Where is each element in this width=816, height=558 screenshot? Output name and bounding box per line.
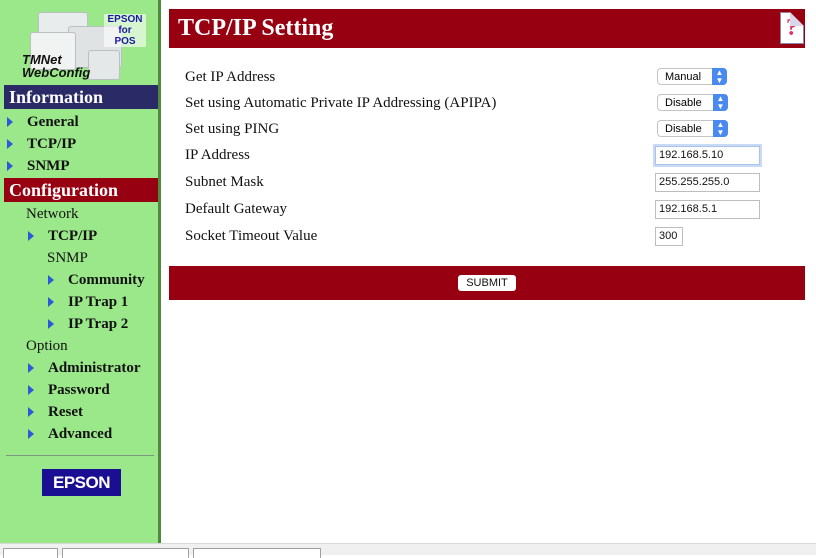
triangle-right-icon: [28, 230, 34, 241]
sidebar-item-info-general[interactable]: General: [7, 113, 79, 131]
nav-label: TCP/IP: [48, 228, 98, 244]
ip-address-input[interactable]: 192.168.5.10: [655, 146, 760, 165]
triangle-right-icon: [28, 384, 34, 395]
sidebar-divider: [6, 455, 154, 456]
sidebar-item-password[interactable]: Password: [28, 381, 110, 399]
sidebar-item-ip-trap-1[interactable]: IP Trap 1: [48, 293, 128, 311]
nav-label: TCP/IP: [27, 136, 77, 152]
tmnet-webconfig-logo: EPSON for POS TMNet WebConfig: [18, 6, 146, 82]
information-header: Information: [4, 85, 158, 109]
snmp-group-label: SNMP: [47, 250, 88, 266]
triangle-right-icon: [48, 296, 54, 307]
triangle-right-icon: [48, 274, 54, 285]
browser-status-bar: [0, 543, 816, 558]
sidebar: EPSON for POS TMNet WebConfig Informatio…: [0, 0, 161, 543]
sidebar-item-administrator[interactable]: Administrator: [28, 359, 141, 377]
nav-label: Community: [68, 272, 145, 288]
triangle-right-icon: [7, 138, 13, 149]
select-value: Manual: [665, 71, 702, 83]
title-bar: TCP/IP Setting ?: [169, 9, 805, 48]
default-gateway-input[interactable]: 192.168.5.1: [655, 200, 760, 219]
epson-logo[interactable]: EPSON: [42, 469, 121, 496]
network-group-label: Network: [26, 206, 79, 222]
get-ip-address-label: Get IP Address: [185, 69, 276, 85]
subnet-mask-label: Subnet Mask: [185, 174, 264, 190]
select-arrows-icon: ▲ ▼: [713, 120, 728, 137]
sidebar-item-ip-trap-2[interactable]: IP Trap 2: [48, 315, 128, 333]
nav-label: IP Trap 1: [68, 294, 129, 310]
help-icon[interactable]: ?: [780, 12, 804, 44]
nav-label: Reset: [48, 404, 83, 420]
subnet-mask-input[interactable]: 255.255.255.0: [655, 173, 760, 192]
brand-line: POS: [114, 36, 136, 47]
submit-bar: SUBMIT: [169, 266, 805, 300]
sidebar-item-info-tcpip[interactable]: TCP/IP: [7, 135, 76, 153]
get-ip-address-select[interactable]: Manual ▲ ▼: [657, 68, 727, 85]
image-info-dropdown[interactable]: [193, 548, 321, 558]
apipa-label: Set using Automatic Private IP Addressin…: [185, 95, 497, 111]
submit-button[interactable]: SUBMIT: [458, 275, 516, 291]
ping-select[interactable]: Disable ▲ ▼: [657, 120, 728, 137]
configuration-header: Configuration: [4, 178, 158, 202]
nav-label: SNMP: [27, 158, 70, 174]
socket-timeout-input[interactable]: 300: [655, 227, 683, 246]
ip-address-label: IP Address: [185, 147, 250, 163]
triangle-right-icon: [7, 116, 13, 127]
sidebar-item-config-tcpip[interactable]: TCP/IP: [28, 227, 97, 245]
page-title: TCP/IP Setting: [178, 15, 334, 41]
socket-timeout-label: Socket Timeout Value: [185, 228, 318, 244]
triangle-right-icon: [28, 428, 34, 439]
sidebar-item-info-snmp[interactable]: SNMP: [7, 157, 70, 175]
nav-label: Advanced: [48, 426, 113, 442]
epson-for-pos-label: EPSON for POS: [104, 14, 146, 47]
zoom-dropdown[interactable]: [3, 548, 58, 558]
ping-label: Set using PING: [185, 121, 280, 137]
sidebar-item-advanced[interactable]: Advanced: [28, 425, 112, 443]
option-group-label: Option: [26, 338, 68, 354]
triangle-right-icon: [48, 318, 54, 329]
nav-label: IP Trap 2: [68, 316, 129, 332]
printer-image: [88, 50, 120, 80]
triangle-right-icon: [28, 406, 34, 417]
status-dropdown[interactable]: [62, 548, 189, 558]
product-line: WebConfig: [22, 65, 91, 80]
sidebar-item-reset[interactable]: Reset: [28, 403, 83, 421]
select-value: Disable: [665, 97, 702, 109]
nav-label: Administrator: [48, 360, 141, 376]
select-arrows-icon: ▲ ▼: [713, 94, 728, 111]
select-value: Disable: [665, 123, 702, 135]
apipa-select[interactable]: Disable ▲ ▼: [657, 94, 728, 111]
brand-line: EPSON: [107, 14, 143, 25]
sidebar-item-community[interactable]: Community: [48, 271, 145, 289]
tmnet-webconfig-label: TMNet WebConfig: [22, 53, 90, 79]
nav-label: Password: [48, 382, 110, 398]
brand-line: for: [118, 25, 132, 36]
default-gateway-label: Default Gateway: [185, 201, 288, 217]
nav-label: General: [27, 114, 79, 130]
triangle-right-icon: [28, 362, 34, 373]
select-arrows-icon: ▲ ▼: [712, 68, 727, 85]
triangle-right-icon: [7, 160, 13, 171]
